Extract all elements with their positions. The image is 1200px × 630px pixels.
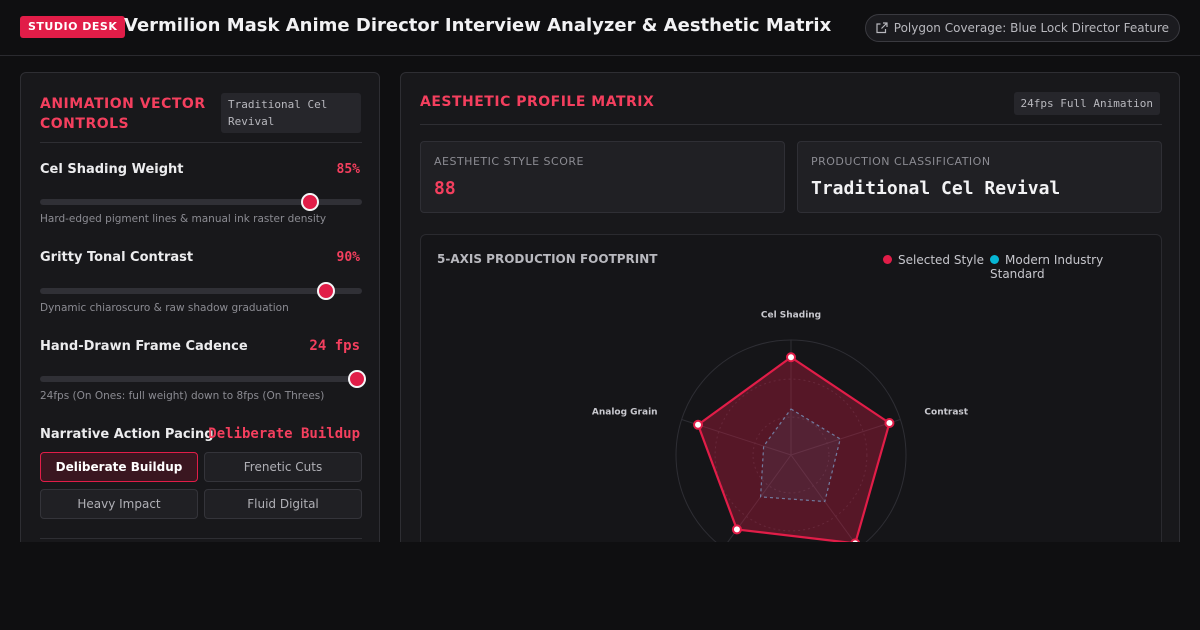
pacing-option-fluid-digital[interactable]: Fluid Digital bbox=[204, 489, 362, 519]
pacing-option-deliberate-buildup[interactable]: Deliberate Buildup bbox=[40, 452, 198, 482]
radar-point-selected bbox=[731, 524, 742, 535]
radar-series-selected bbox=[696, 355, 891, 545]
tonal-contrast-label: Gritty Tonal Contrast bbox=[40, 250, 194, 265]
radar-point-selected bbox=[884, 418, 895, 429]
pacing-divider bbox=[40, 538, 362, 539]
cel-shading-slider[interactable] bbox=[40, 193, 362, 211]
animation-vector-controls-panel: ANIMATION VECTOR CONTROLS Traditional Ce… bbox=[20, 72, 380, 572]
mode-tag-line2: Revival bbox=[228, 115, 275, 128]
classification-value: Traditional Cel Revival bbox=[811, 178, 1061, 199]
app-header: STUDIO DESK Vermilion Mask Anime Directo… bbox=[0, 0, 1200, 56]
tonal-contrast-slider[interactable] bbox=[40, 282, 362, 300]
matrix-title: AESTHETIC PROFILE MATRIX bbox=[420, 94, 655, 110]
tonal-contrast-value: 90% bbox=[336, 250, 360, 265]
style-score-value: 88 bbox=[434, 178, 456, 199]
production-footprint-chart: 5-AXIS PRODUCTION FOOTPRINT Selected Sty… bbox=[420, 234, 1162, 564]
controls-title-line2: CONTROLS bbox=[40, 116, 130, 132]
studio-desk-badge: STUDIO DESK bbox=[20, 16, 126, 38]
radar-axis-label: Cel Shading bbox=[761, 311, 821, 321]
classification-card: PRODUCTION CLASSIFICATION Traditional Ce… bbox=[797, 141, 1162, 213]
frame-cadence-thumb[interactable] bbox=[348, 370, 366, 388]
cel-shading-value: 85% bbox=[336, 162, 360, 177]
radar-point-selected bbox=[786, 352, 796, 363]
pacing-value: Deliberate Buildup bbox=[208, 426, 360, 442]
tonal-contrast-thumb[interactable] bbox=[316, 282, 335, 300]
controls-title: ANIMATION VECTOR CONTROLS bbox=[40, 94, 206, 134]
cel-shading-hint: Hard-edged pigment lines & manual ink ra… bbox=[40, 213, 327, 225]
style-score-label: AESTHETIC STYLE SCORE bbox=[434, 155, 584, 168]
cel-shading-thumb[interactable] bbox=[301, 193, 320, 211]
pacing-option-heavy-impact[interactable]: Heavy Impact bbox=[40, 489, 198, 519]
cel-shading-label: Cel Shading Weight bbox=[40, 162, 184, 177]
radar-chart: Cel Shading Contrast Analog Grain bbox=[592, 311, 969, 563]
external-link-icon bbox=[876, 22, 888, 34]
matrix-divider bbox=[420, 124, 1162, 125]
classification-label: PRODUCTION CLASSIFICATION bbox=[811, 155, 991, 168]
mode-tag: Traditional Cel Revival bbox=[221, 93, 361, 133]
radar-axis-label: Contrast bbox=[924, 408, 968, 418]
radar-point-selected bbox=[693, 419, 704, 430]
controls-title-line1: ANIMATION VECTOR bbox=[40, 96, 206, 112]
frame-cadence-hint: 24fps (On Ones: full weight) down to 8fp… bbox=[40, 390, 325, 402]
pacing-option-frenetic-cuts[interactable]: Frenetic Cuts bbox=[204, 452, 362, 482]
frame-cadence-slider[interactable] bbox=[40, 370, 366, 388]
aesthetic-profile-panel: AESTHETIC PROFILE MATRIX 24fps Full Anim… bbox=[400, 72, 1180, 572]
polygon-coverage-link[interactable]: Polygon Coverage: Blue Lock Director Fea… bbox=[864, 14, 1180, 42]
radar-axis-label: Analog Grain bbox=[592, 408, 658, 418]
pacing-label: Narrative Action Pacing bbox=[40, 427, 214, 442]
tonal-contrast-hint: Dynamic chiaroscuro & raw shadow graduat… bbox=[40, 302, 289, 314]
app-title: Vermilion Mask Anime Director Interview … bbox=[124, 15, 832, 36]
frame-cadence-value: 24 fps bbox=[309, 338, 360, 354]
controls-divider bbox=[40, 142, 362, 143]
frame-cadence-label: Hand-Drawn Frame Cadence bbox=[40, 339, 248, 354]
style-score-card: AESTHETIC STYLE SCORE 88 bbox=[420, 141, 785, 213]
frame-rate-tag: 24fps Full Animation bbox=[1013, 92, 1160, 115]
page-background bbox=[0, 542, 1200, 630]
mode-tag-line1: Traditional Cel bbox=[228, 98, 328, 111]
polygon-coverage-label: Polygon Coverage: Blue Lock Director Fea… bbox=[893, 21, 1169, 35]
